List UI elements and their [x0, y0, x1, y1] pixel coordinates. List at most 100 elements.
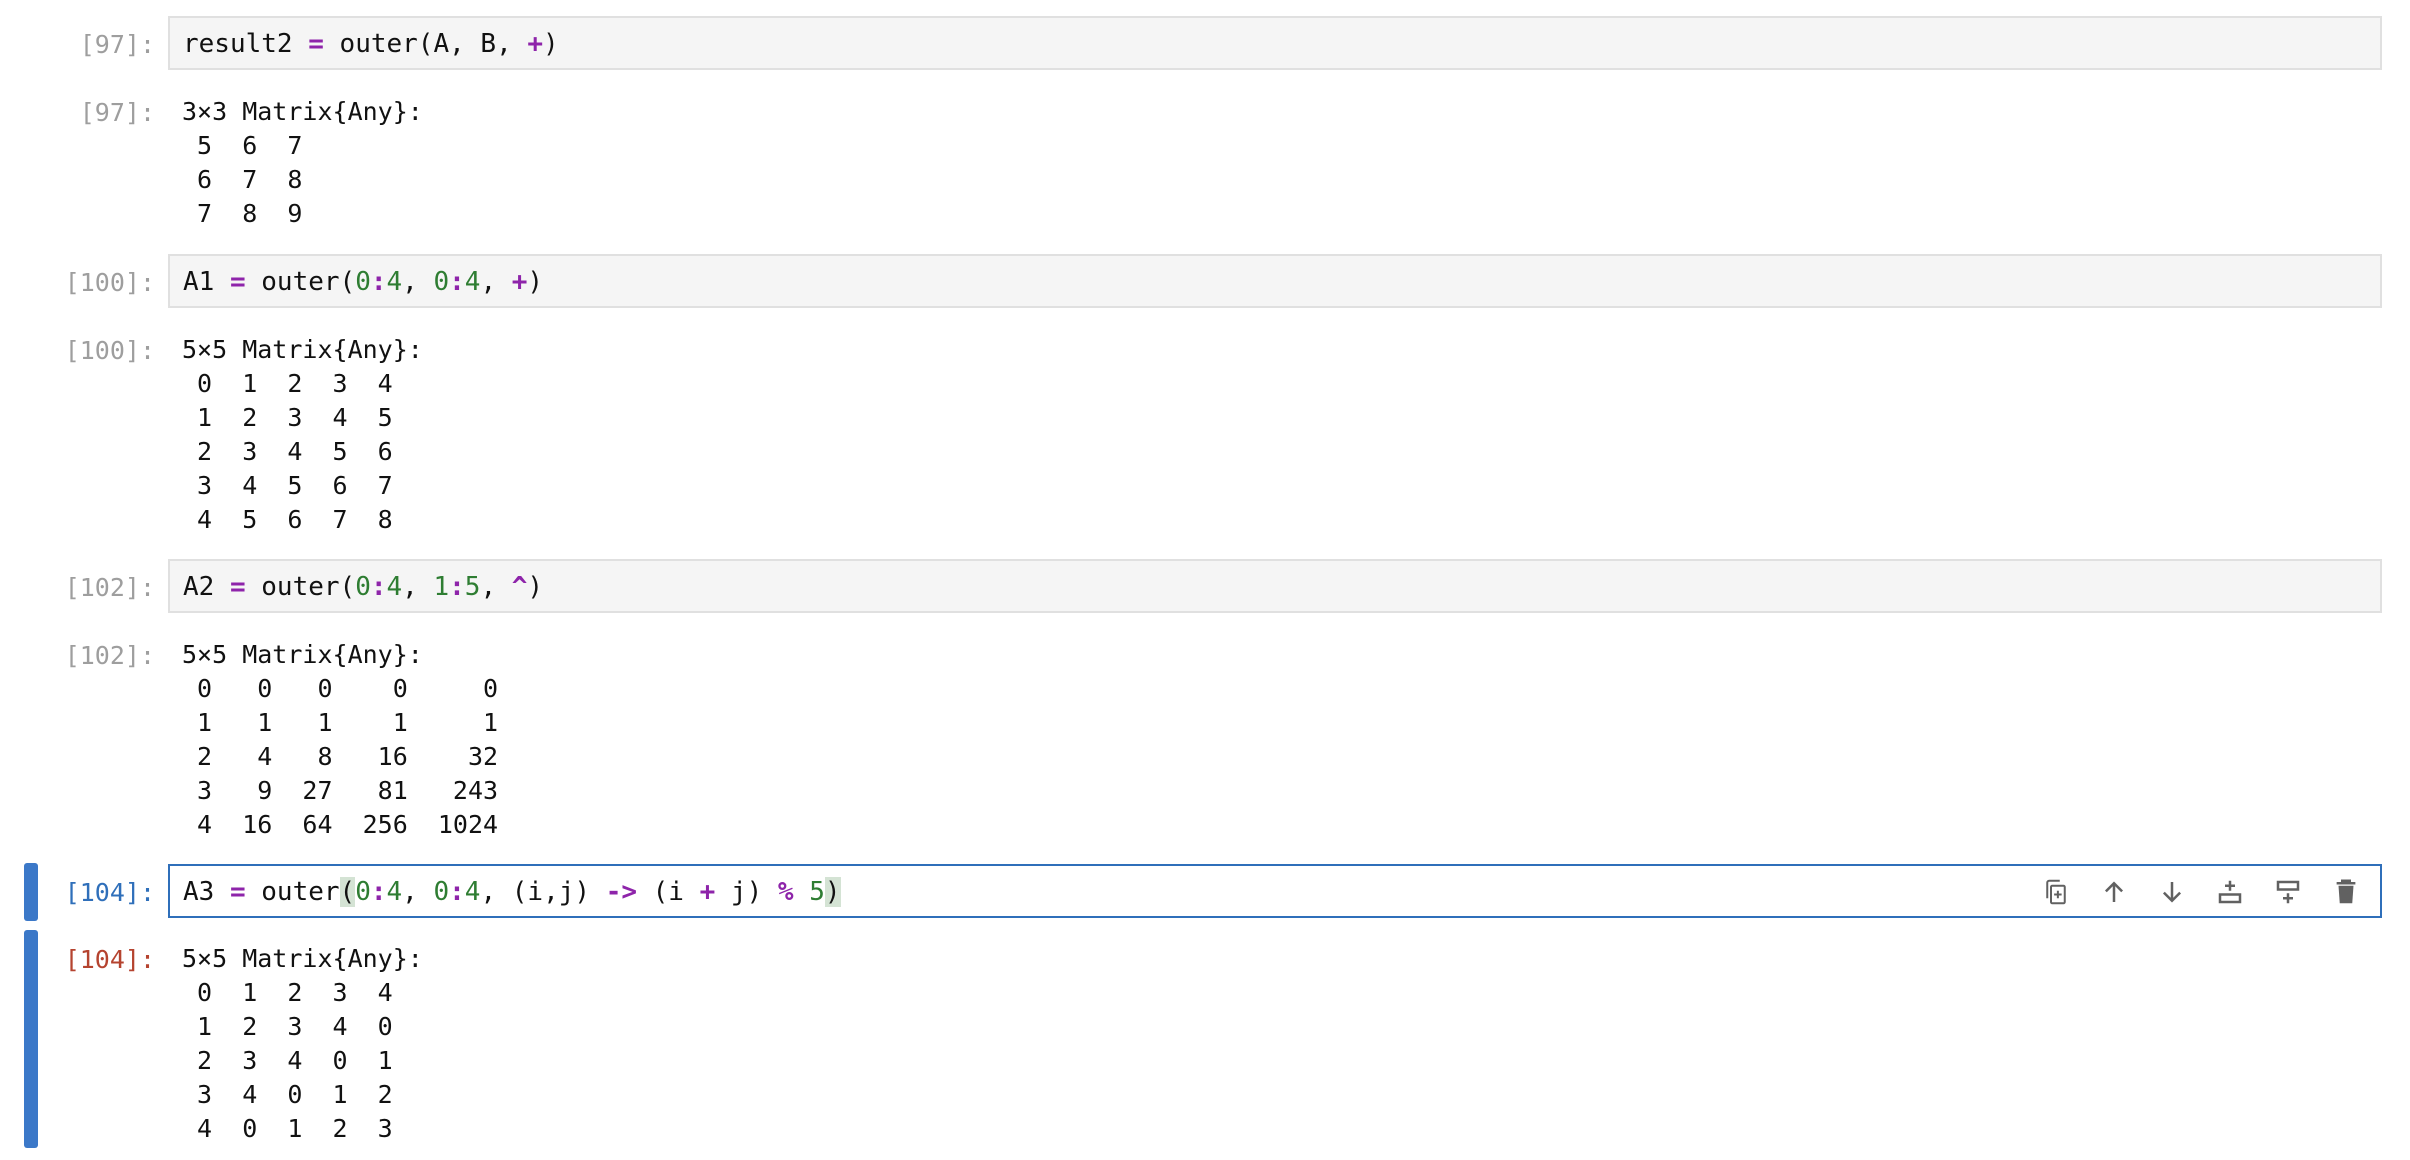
code-token: , (i,j) — [480, 877, 606, 907]
code-token: = — [229, 572, 246, 602]
code-token: result2 — [183, 29, 309, 59]
matrix-row: 7 8 9 — [182, 199, 303, 228]
code-token: : — [370, 267, 387, 297]
code-token: , — [402, 572, 434, 602]
code-token: A1 — [183, 267, 230, 297]
code-token: = — [308, 29, 324, 59]
delete-cell-button[interactable] — [2328, 874, 2364, 910]
code-token: 1 — [433, 572, 450, 602]
code-token: outer( — [245, 267, 356, 297]
output-type-line: 5×5 Matrix{Any}: — [182, 640, 423, 669]
code-token: 0 — [433, 267, 450, 297]
matrix-row: 3 4 5 6 7 — [182, 471, 393, 500]
matrix-row: 4 16 64 256 1024 — [182, 810, 499, 839]
code-token: ) — [527, 267, 544, 297]
code-token: , — [480, 572, 512, 602]
matrix-row: 3 4 0 1 2 — [182, 1080, 393, 1109]
matrix-row: 2 3 4 0 1 — [182, 1046, 393, 1075]
code-token: : — [370, 572, 387, 602]
code-token: ( — [339, 877, 356, 907]
matrix-row: 1 2 3 4 5 — [182, 403, 393, 432]
duplicate-cell-button[interactable] — [2038, 874, 2074, 910]
notebook: [97]: result2 = outer(A, B, +) [97]: 3×3… — [0, 0, 2410, 1160]
code-token: A3 — [183, 877, 230, 907]
code-token: A2 — [183, 572, 230, 602]
code-line[interactable]: A2 = outer(0:4, 1:5, ^) — [183, 572, 543, 602]
input-prompt: [100]: — [64, 268, 155, 297]
output-type-line: 3×3 Matrix{Any}: — [182, 97, 423, 126]
output-prompt: [100]: — [64, 336, 155, 365]
code-token: 0 — [355, 877, 371, 907]
code-token: , — [402, 877, 434, 907]
matrix-row: 4 5 6 7 8 — [182, 505, 393, 534]
output-type-line: 5×5 Matrix{Any}: — [182, 335, 423, 364]
matrix-row: 4 0 1 2 3 — [182, 1114, 393, 1143]
code-editor[interactable]: A3 = outer(0:4, 0:4, (i,j) -> (i + j) % … — [168, 864, 2382, 918]
code-token: + — [527, 29, 544, 59]
matrix-row: 1 2 3 4 0 — [182, 1012, 393, 1041]
code-editor[interactable]: A2 = outer(0:4, 1:5, ^) — [168, 559, 2382, 613]
code-token: , — [480, 267, 512, 297]
code-token: outer(A, B, — [323, 29, 528, 59]
code-token: 0 — [355, 267, 371, 297]
code-token: : — [449, 572, 465, 602]
insert-above-button[interactable] — [2212, 874, 2248, 910]
output-prompt: [97]: — [79, 98, 155, 127]
output-text: 5×5 Matrix{Any}: 0 1 2 3 4 1 2 3 4 5 2 3… — [182, 333, 423, 537]
code-token: 4 — [386, 877, 403, 907]
output-text: 3×3 Matrix{Any}: 5 6 7 6 7 8 7 8 9 — [182, 95, 423, 231]
code-token: ^ — [511, 572, 528, 602]
matrix-row: 2 4 8 16 32 — [182, 742, 499, 771]
code-token: 5 — [464, 572, 481, 602]
move-up-button[interactable] — [2096, 874, 2132, 910]
move-down-button[interactable] — [2154, 874, 2190, 910]
code-token: ) — [527, 572, 544, 602]
code-token: 4 — [386, 267, 403, 297]
output-type-line: 5×5 Matrix{Any}: — [182, 944, 423, 973]
input-prompt: [97]: — [79, 30, 155, 59]
code-token: -> — [605, 877, 637, 907]
input-prompt: [104]: — [64, 878, 155, 907]
code-token: : — [449, 877, 465, 907]
code-token: 4 — [464, 267, 481, 297]
output-text: 5×5 Matrix{Any}: 0 0 0 0 0 1 1 1 1 1 2 4… — [182, 638, 498, 842]
move-down-icon — [2162, 882, 2182, 903]
insert-below-button[interactable] — [2270, 874, 2306, 910]
insert-below-icon — [2276, 880, 2300, 904]
code-token: outer — [245, 877, 340, 907]
code-token: = — [229, 267, 246, 297]
code-token: j) — [715, 877, 778, 907]
code-token: + — [511, 267, 528, 297]
code-token: = — [229, 877, 246, 907]
matrix-row: 0 1 2 3 4 — [182, 369, 393, 398]
code-token: 5 — [809, 877, 825, 907]
code-token: : — [370, 877, 387, 907]
code-editor[interactable]: A1 = outer(0:4, 0:4, +) — [168, 254, 2382, 308]
matrix-row: 3 9 27 81 243 — [182, 776, 499, 805]
code-token: 0 — [433, 877, 450, 907]
code-token: : — [449, 267, 465, 297]
insert-above-icon — [2218, 880, 2242, 904]
duplicate-cell-icon — [2046, 879, 2066, 905]
matrix-row: 5 6 7 — [182, 131, 303, 160]
output-prompt: [104]: — [64, 945, 155, 974]
code-token: + — [699, 877, 716, 907]
move-up-icon — [2104, 881, 2124, 902]
code-token: 4 — [464, 877, 481, 907]
code-line[interactable]: A3 = outer(0:4, 0:4, (i,j) -> (i + j) % … — [183, 877, 841, 907]
code-token: % — [777, 877, 794, 907]
matrix-row: 1 1 1 1 1 — [182, 708, 499, 737]
code-line[interactable]: result2 = outer(A, B, +) — [183, 29, 559, 59]
matrix-row: 0 0 0 0 0 — [182, 674, 499, 703]
matrix-row: 6 7 8 — [182, 165, 303, 194]
code-token: outer( — [245, 572, 356, 602]
code-token: ) — [824, 877, 841, 907]
code-token: , — [402, 267, 434, 297]
code-editor[interactable]: result2 = outer(A, B, +) — [168, 16, 2382, 70]
matrix-row: 2 3 4 5 6 — [182, 437, 393, 466]
code-token: 4 — [386, 572, 403, 602]
code-line[interactable]: A1 = outer(0:4, 0:4, +) — [183, 267, 543, 297]
matrix-row: 0 1 2 3 4 — [182, 978, 393, 1007]
input-prompt: [102]: — [64, 573, 155, 602]
